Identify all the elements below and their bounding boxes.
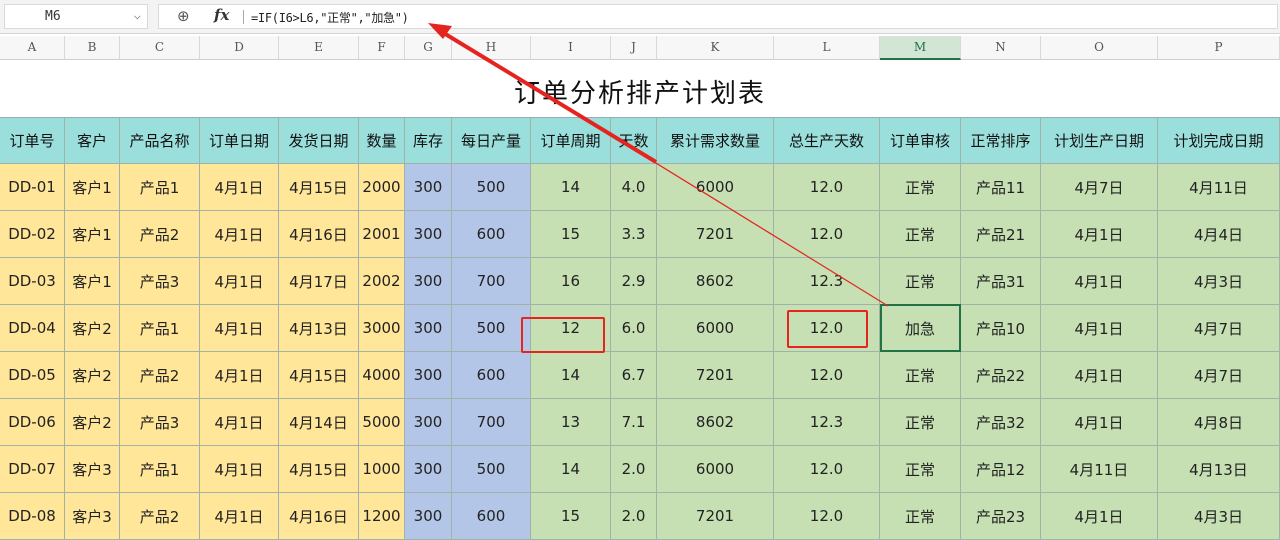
annotation-arrow [428,23,889,307]
